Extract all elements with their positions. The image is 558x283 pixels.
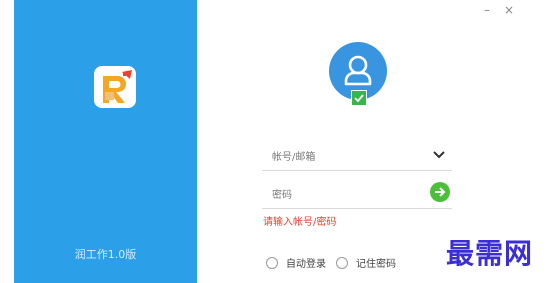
login-error-message: 请输入帐号/密码 [263, 217, 337, 228]
check-icon [351, 90, 367, 106]
login-submit-button[interactable] [430, 182, 450, 202]
remember-password-radio[interactable] [336, 256, 348, 269]
account-field [262, 142, 452, 171]
arrow-right-icon [435, 187, 446, 197]
auto-login-option[interactable]: 自动登录 [266, 255, 326, 270]
brand-panel: 润工作1.0版 [14, 0, 197, 283]
auto-login-radio[interactable] [266, 256, 278, 269]
watermark-text: 最需网 [446, 237, 534, 270]
password-field [262, 180, 452, 209]
remember-password-label: 记住密码 [356, 259, 396, 270]
password-input[interactable] [270, 184, 424, 206]
account-input[interactable] [270, 146, 424, 168]
window-controls: – × [484, 3, 514, 17]
app-logo-icon [94, 66, 136, 108]
remember-password-option[interactable]: 记住密码 [336, 255, 396, 270]
close-button[interactable]: × [504, 3, 514, 17]
minimize-button[interactable]: – [484, 3, 490, 17]
login-window: 润工作1.0版 – × 请输入帐号/密码 [0, 0, 558, 283]
chevron-down-icon [433, 151, 445, 159]
version-label: 润工作1.0版 [74, 248, 137, 261]
auto-login-label: 自动登录 [286, 259, 326, 270]
account-dropdown-button[interactable] [432, 148, 446, 162]
login-options: 自动登录 记住密码 [266, 255, 406, 270]
